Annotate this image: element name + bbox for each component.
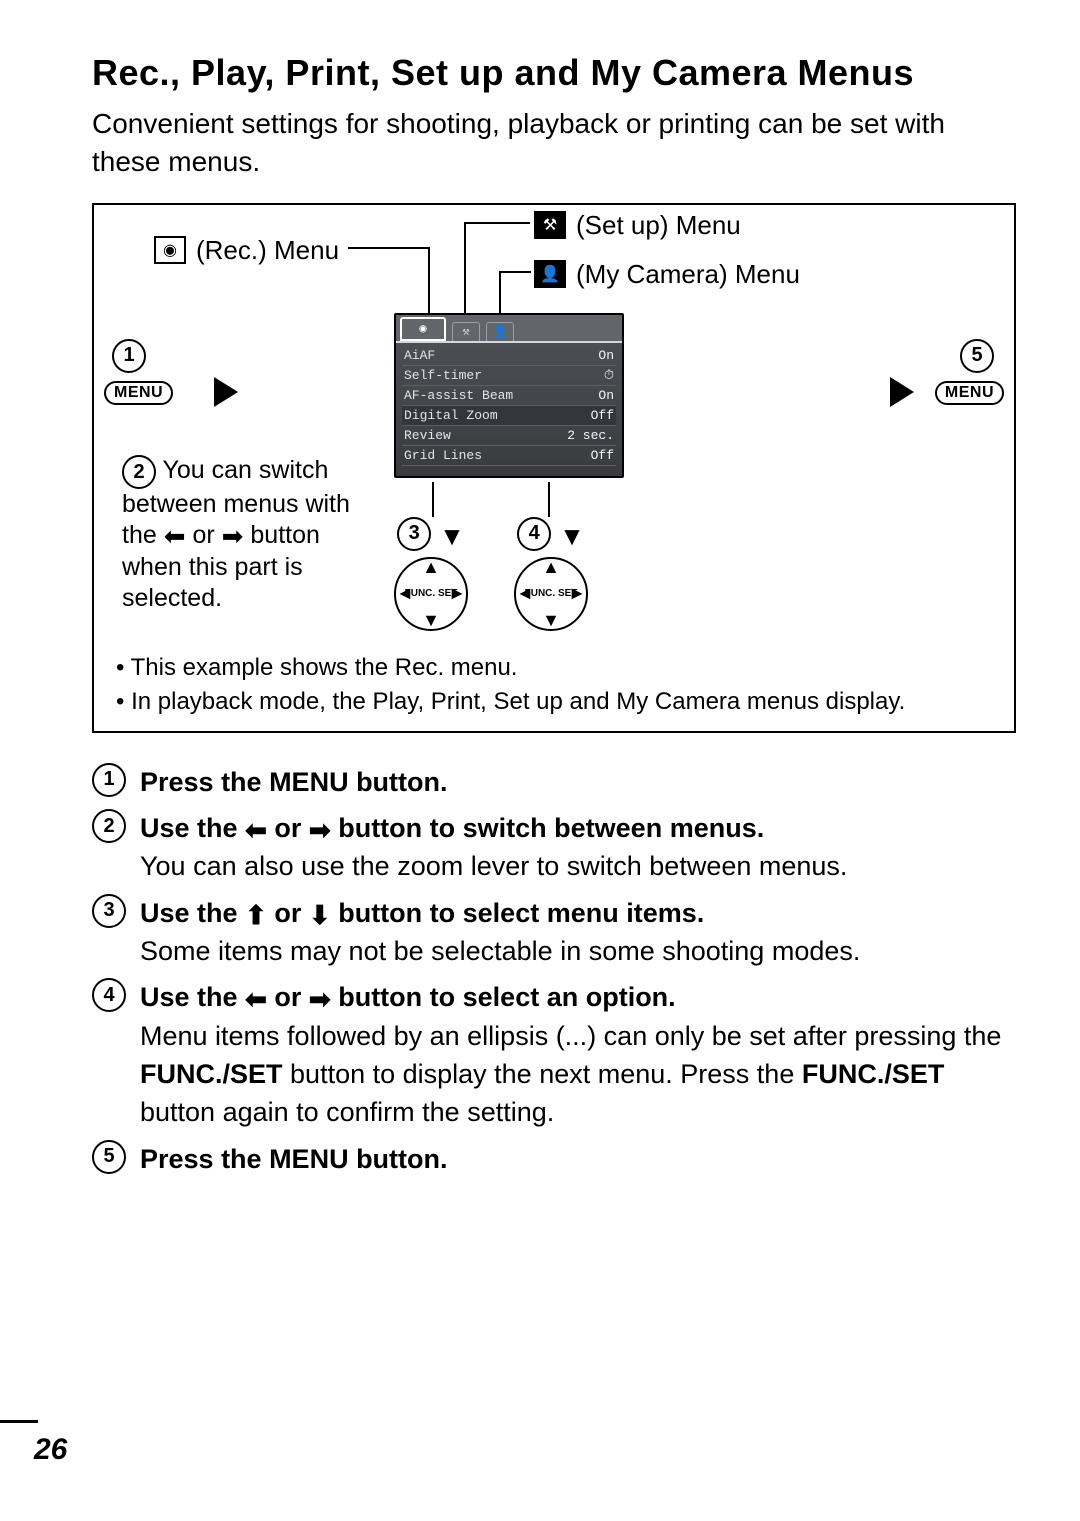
right-arrow-icon: ►: [568, 583, 586, 604]
step-4-body-2: button to display the next menu. Press t…: [290, 1059, 802, 1089]
connector-line: [464, 222, 530, 224]
down-arrow-icon: ⬇: [309, 902, 331, 928]
or-word: or: [274, 813, 301, 843]
left-arrow-icon: ⬅: [245, 817, 267, 843]
lcd-tab-rec: ◉: [400, 317, 446, 341]
step-4-body-1: Menu items followed by an ellipsis (...)…: [140, 1021, 1001, 1051]
page-title: Rec., Play, Print, Set up and My Camera …: [92, 50, 1016, 95]
note-step-2: 2 You can switch between menus with the …: [122, 455, 372, 615]
lcd-row-value: On: [598, 348, 614, 363]
lcd-row-name: Self-timer: [404, 368, 482, 383]
left-arrow-icon: ⬅: [164, 523, 186, 549]
camera-icon: ◉: [154, 236, 186, 264]
lcd-row-name: AiAF: [404, 348, 435, 363]
step-marker-2: 2: [92, 809, 126, 843]
steps-list: 1 Press the MENU button. 2 Use the ⬅ or …: [92, 763, 1016, 1178]
up-arrow-icon: ▲: [542, 557, 560, 578]
right-arrow-icon: ➡: [309, 817, 331, 843]
down-arrow-icon: ▼: [542, 610, 560, 631]
step-5-title: Press the MENU button.: [140, 1144, 448, 1174]
figure-box: ◉ (Rec.) Menu ⚒ (Set up) Menu 👤 (My Came…: [92, 203, 1016, 733]
down-arrow-icon: ▼: [559, 523, 585, 549]
step-3-body: Some items may not be selectable in some…: [140, 936, 860, 966]
step-3-title-b: button to select menu items.: [338, 898, 704, 928]
up-arrow-icon: ▲: [422, 557, 440, 578]
func-set-bold: FUNC./SET: [140, 1059, 283, 1089]
step-2-title-b: button to switch between menus.: [338, 813, 764, 843]
left-arrow-icon: ⬅: [245, 986, 267, 1012]
dpad-icon: ▲ ▼ ◄ ► FUNC. SET: [394, 557, 468, 631]
step-1-title: Press the MENU button.: [140, 767, 448, 797]
right-arrow-icon: ➡: [222, 523, 244, 549]
lcd-row-name: Grid Lines: [404, 448, 482, 463]
lcd-tabbar: ◉ ⚒ 👤: [396, 315, 622, 343]
lcd-row-value: On: [598, 388, 614, 403]
lcd-row-name: Digital Zoom: [404, 408, 498, 423]
lcd-row-name: AF-assist Beam: [404, 388, 513, 403]
lcd-row-value: Off: [591, 448, 614, 463]
connector-line: [499, 271, 531, 273]
bullet-1: This example shows the Rec. menu.: [116, 651, 996, 685]
step-marker-3: 3: [397, 517, 431, 551]
connector-line: [499, 271, 501, 317]
page-number-rule: [0, 1420, 38, 1423]
person-icon: 👤: [534, 260, 566, 288]
step-marker-5: 5: [92, 1140, 126, 1174]
connector-line: [548, 482, 550, 517]
tools-icon: ⚒: [534, 211, 566, 239]
lcd-screenshot: ◉ ⚒ 👤 AiAF On Self-timer ⏱ AF-assist Beam O…: [394, 313, 624, 478]
step-3-title-a: Use the: [140, 898, 238, 928]
lcd-row-value: Off: [591, 408, 614, 423]
or-word: or: [274, 982, 301, 1012]
step-marker-1: 1: [112, 339, 146, 373]
menu-button-icon: MENU: [104, 381, 173, 405]
step-marker-4: 4: [92, 978, 126, 1012]
lcd-rows: AiAF On Self-timer ⏱ AF-assist Beam On Digi…: [396, 343, 622, 466]
or-word: or: [274, 898, 301, 928]
step-marker-3: 3: [92, 894, 126, 928]
down-arrow-icon: ▼: [422, 610, 440, 631]
dpad-icon: ▲ ▼ ◄ ► FUNC. SET: [514, 557, 588, 631]
lcd-row-value: ⏱: [604, 368, 614, 383]
step-4-title-a: Use the: [140, 982, 238, 1012]
right-arrow-icon: ►: [448, 583, 466, 604]
lcd-row-value: 2 sec.: [567, 428, 614, 443]
intro-text: Convenient settings for shooting, playba…: [92, 105, 1016, 181]
page-number: 26: [34, 1433, 67, 1467]
step-2-body: You can also use the zoom lever to switc…: [140, 851, 847, 881]
step-2-title-a: Use the: [140, 813, 238, 843]
setup-menu-text: (Set up) Menu: [576, 210, 741, 241]
or-word: or: [192, 521, 214, 549]
connector-line: [348, 247, 428, 249]
menu-button-icon: MENU: [935, 381, 1004, 405]
mycamera-menu-label: 👤 (My Camera) Menu: [534, 259, 800, 290]
mycamera-menu-text: (My Camera) Menu: [576, 259, 800, 290]
bullet-2: In playback mode, the Play, Print, Set u…: [116, 685, 996, 719]
left-arrow-icon: ◄: [516, 583, 534, 604]
step-marker-5: 5: [960, 339, 994, 373]
lcd-tab-mycam: 👤: [486, 322, 514, 341]
left-arrow-icon: ◄: [396, 583, 414, 604]
connector-line: [432, 482, 434, 517]
func-set-bold: FUNC./SET: [802, 1059, 945, 1089]
play-icon: [890, 377, 914, 407]
connector-line: [464, 222, 466, 317]
step-marker-2: 2: [122, 455, 156, 489]
rec-menu-text: (Rec.) Menu: [196, 235, 339, 266]
down-arrow-icon: ▼: [439, 523, 465, 549]
step-4-title-b: button to select an option.: [338, 982, 675, 1012]
play-icon: [214, 377, 238, 407]
step-4-body-3: button again to confirm the setting.: [140, 1097, 554, 1127]
rec-menu-label: ◉ (Rec.) Menu: [154, 235, 339, 266]
step-marker-1: 1: [92, 763, 126, 797]
figure-footnotes: This example shows the Rec. menu. In pla…: [116, 651, 996, 718]
lcd-row-name: Review: [404, 428, 451, 443]
up-arrow-icon: ⬆: [245, 902, 267, 928]
setup-menu-label: ⚒ (Set up) Menu: [534, 210, 741, 241]
lcd-tab-setup: ⚒: [452, 322, 480, 341]
right-arrow-icon: ➡: [309, 986, 331, 1012]
step-marker-4: 4: [517, 517, 551, 551]
